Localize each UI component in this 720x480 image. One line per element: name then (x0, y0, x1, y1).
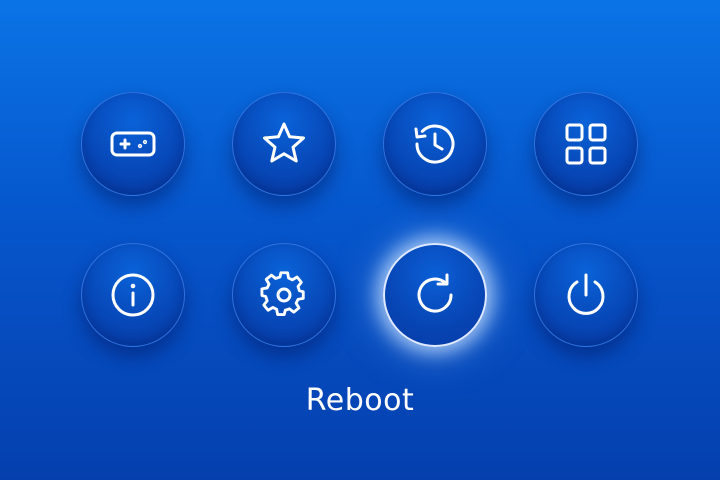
reboot-icon (411, 271, 459, 319)
power-icon (562, 271, 610, 319)
selected-item-label: Reboot (305, 383, 415, 418)
gamepad-icon (109, 120, 157, 168)
history-button[interactable] (383, 92, 487, 196)
info-icon (109, 271, 157, 319)
settings-button[interactable] (232, 243, 336, 347)
gear-icon (259, 270, 309, 320)
info-button[interactable] (81, 243, 185, 347)
history-icon (411, 120, 459, 168)
games-button[interactable] (81, 92, 185, 196)
grid-icon (562, 120, 610, 168)
menu-screen: Reboot (0, 0, 720, 480)
favorites-button[interactable] (232, 92, 336, 196)
star-icon (259, 119, 309, 169)
apps-button[interactable] (534, 92, 638, 196)
power-button[interactable] (534, 243, 638, 347)
reboot-button[interactable] (383, 243, 487, 347)
